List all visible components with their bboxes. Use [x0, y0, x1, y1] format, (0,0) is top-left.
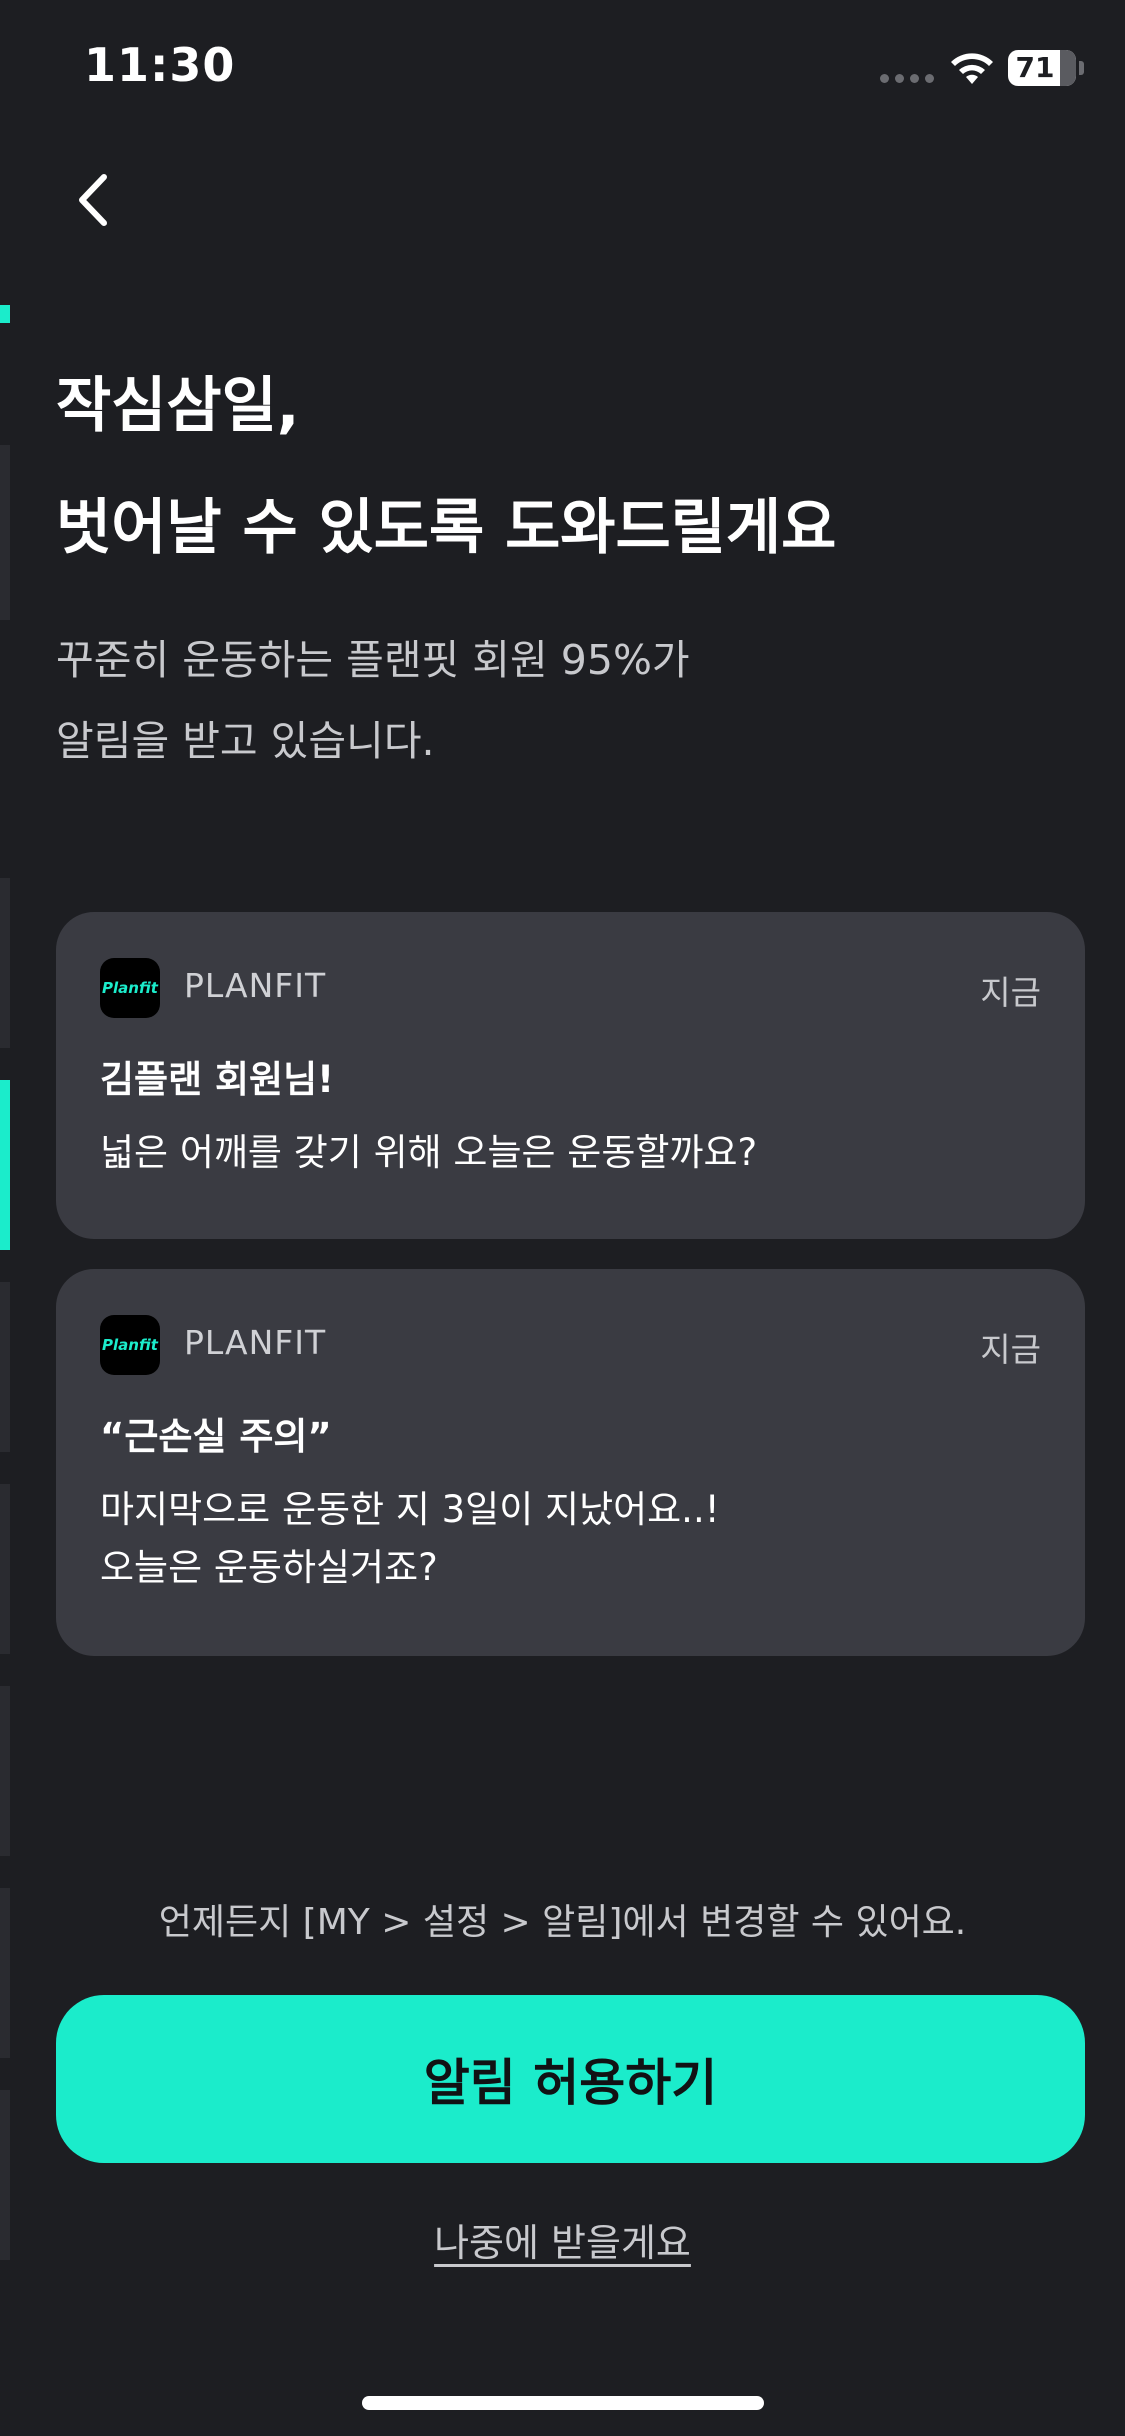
- edge-decor: [0, 1282, 10, 1452]
- notification-header: Planfit PLANFIT 지금: [100, 1315, 1041, 1375]
- cellular-signal-icon: [880, 74, 934, 83]
- edge-decor: [0, 1686, 10, 1856]
- battery-tip: [1079, 61, 1084, 75]
- page-subtitle-line-1: 꾸준히 운동하는 플랜핏 회원 95%가: [56, 636, 690, 684]
- notification-title: 김플랜 회원님!: [100, 1058, 334, 1101]
- notification-app-name: PLANFIT: [184, 1323, 327, 1362]
- settings-hint: 언제든지 [MY > 설정 > 알림]에서 변경할 수 있어요.: [158, 1902, 967, 1943]
- edge-decor: [0, 305, 10, 323]
- notification-body: 마지막으로 운동한 지 3일이 지났어요..! 오늘은 운동하실거죠?: [100, 1481, 1041, 1597]
- notification-title: “근손실 주의”: [100, 1415, 332, 1458]
- notification-time: 지금: [980, 1330, 1041, 1369]
- remind-later-link[interactable]: 나중에 받을게요: [0, 2212, 1125, 2267]
- home-indicator[interactable]: [362, 2396, 764, 2410]
- back-button[interactable]: [60, 160, 140, 240]
- page-subtitle: 꾸준히 운동하는 플랜핏 회원 95%가 알림을 받고 있습니다.: [56, 620, 1096, 782]
- notification-preview-card: Planfit PLANFIT 지금 “근손실 주의” 마지막으로 운동한 지 …: [56, 1269, 1085, 1656]
- notification-body-line: 오늘은 운동하실거죠?: [100, 1546, 438, 1589]
- page-title-line-2: 벗어날 수 있도록 도와드릴게요: [56, 493, 837, 563]
- battery-icon: 71: [1008, 50, 1076, 86]
- status-bar: 11:30 71: [0, 0, 1125, 140]
- planfit-app-icon: Planfit: [100, 958, 160, 1018]
- allow-notifications-button[interactable]: 알림 허용하기: [56, 1995, 1085, 2163]
- notification-app-name: PLANFIT: [184, 966, 327, 1005]
- chevron-left-icon: [79, 174, 107, 226]
- edge-decor: [0, 1080, 10, 1250]
- notification-body: 넓은 어깨를 갖기 위해 오늘은 운동할까요?: [100, 1124, 1041, 1182]
- page-title: 작심삼일, 벗어날 수 있도록 도와드릴게요: [56, 345, 1096, 589]
- planfit-app-icon: Planfit: [100, 1315, 160, 1375]
- page-title-line-1: 작심삼일,: [56, 371, 300, 441]
- edge-decor: [0, 878, 10, 1048]
- notification-body-line: 넓은 어깨를 갖기 위해 오늘은 운동할까요?: [100, 1131, 758, 1174]
- battery-level: 71: [1015, 51, 1055, 84]
- notification-time: 지금: [980, 973, 1041, 1012]
- notification-header: Planfit PLANFIT 지금: [100, 958, 1041, 1018]
- notification-body-line: 마지막으로 운동한 지 3일이 지났어요..!: [100, 1488, 720, 1531]
- notification-preview-card: Planfit PLANFIT 지금 김플랜 회원님! 넓은 어깨를 갖기 위해…: [56, 912, 1085, 1239]
- status-time: 11:30: [84, 38, 236, 92]
- page-subtitle-line-2: 알림을 받고 있습니다.: [56, 717, 435, 765]
- edge-decor: [0, 445, 10, 620]
- edge-decor: [0, 1484, 10, 1654]
- wifi-icon: [951, 53, 993, 84]
